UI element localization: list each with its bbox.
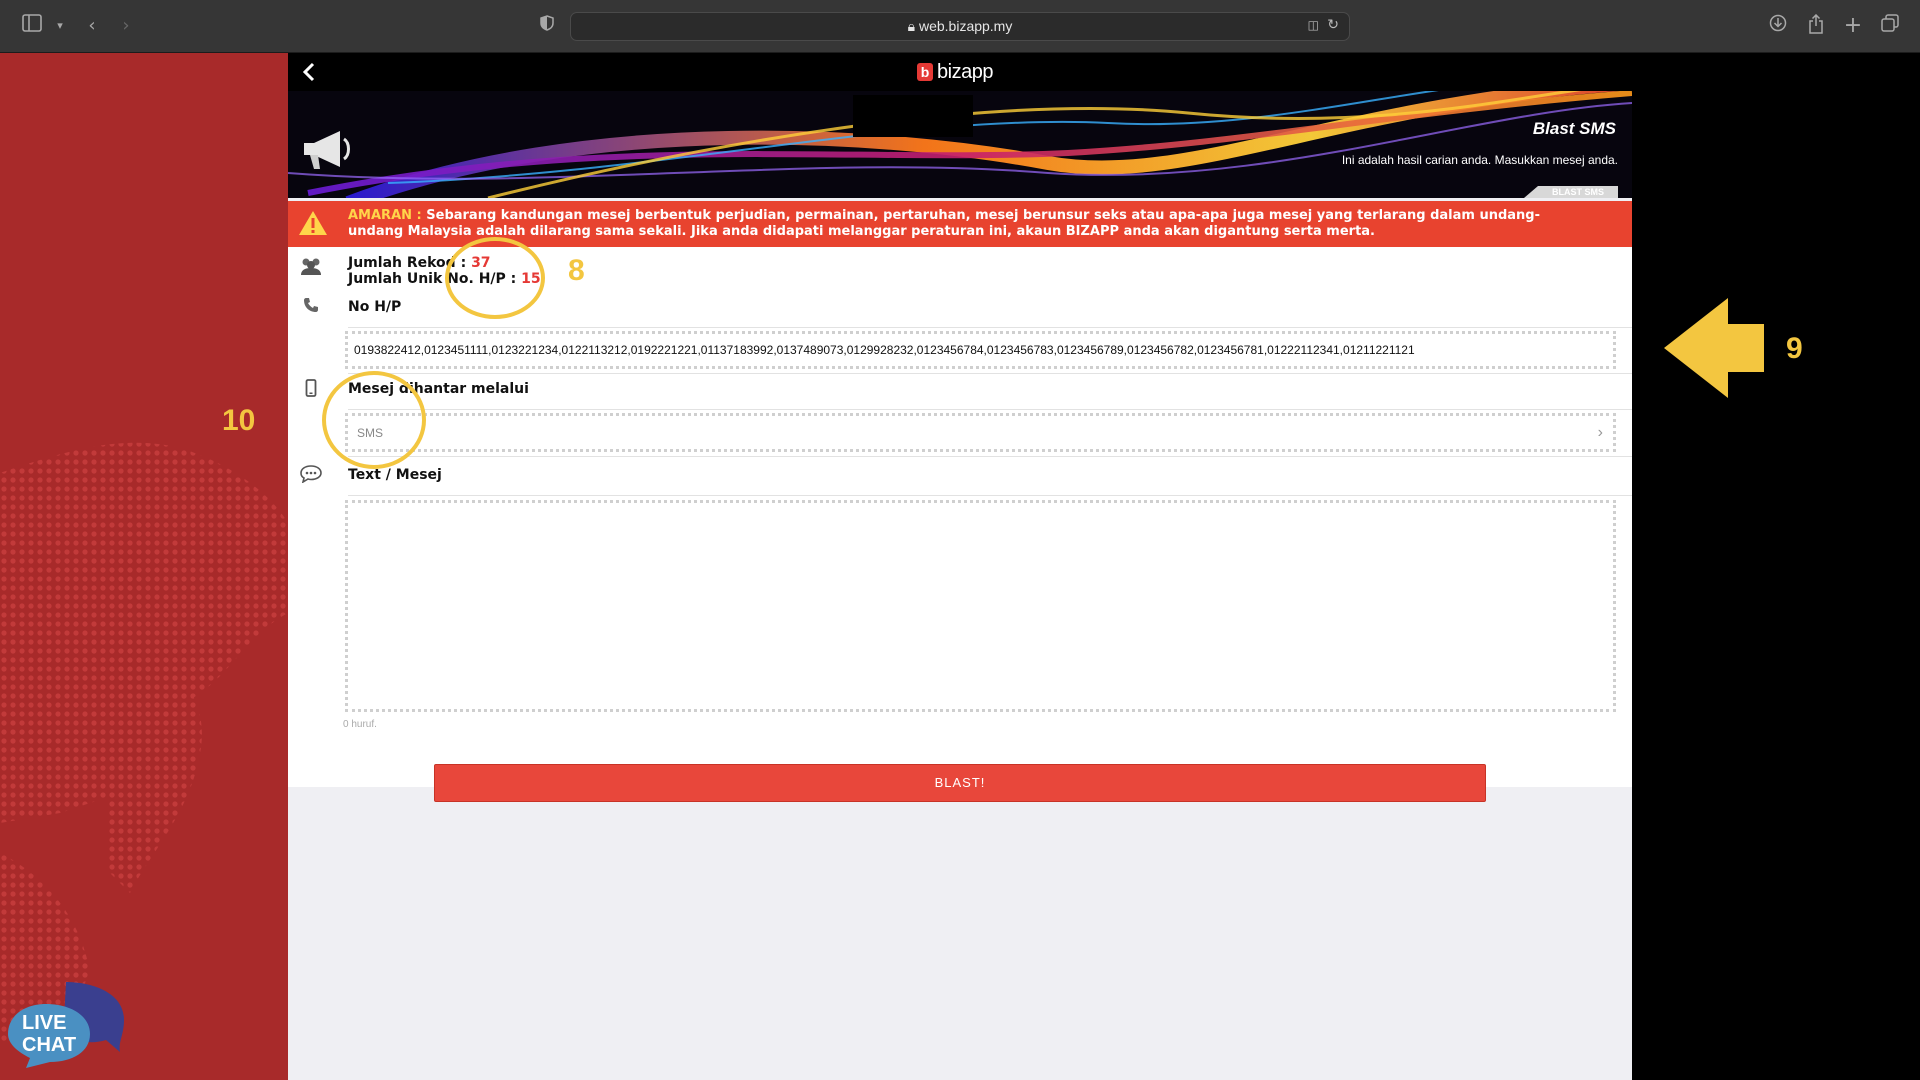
url-text: web.bizapp.my	[918, 18, 1013, 34]
lock-icon: 🔒︎	[907, 18, 919, 34]
section-tag: BLAST SMS	[1523, 186, 1618, 198]
phone-icon	[298, 297, 324, 319]
warning-icon	[299, 211, 327, 235]
divider	[348, 495, 1632, 496]
page-subtitle: Ini adalah hasil carian anda. Masukkan m…	[1341, 153, 1618, 167]
annotation-label-8: 8	[568, 254, 585, 287]
header-banner: b bizapp Blast SMS Ini adalah hasil cari…	[288, 53, 1632, 198]
page-title: Blast SMS	[1532, 119, 1616, 138]
warning-text: Sebarang kandungan mesej berbentuk perju…	[348, 208, 1540, 239]
logo-mark: b	[917, 63, 933, 81]
annotation-arrow-icon	[1664, 298, 1764, 398]
divider	[348, 327, 1632, 328]
phone-numbers-value: 0193822412,0123451111,0123221234,0122113…	[354, 343, 1415, 357]
character-counter: 0 huruf.	[343, 719, 377, 730]
warning-label: AMARAN :	[348, 208, 422, 223]
live-chat-line1: LIVE	[22, 1012, 67, 1034]
app-main: b bizapp Blast SMS Ini adalah hasil cari…	[288, 53, 1632, 1080]
shield-icon[interactable]	[535, 14, 559, 38]
phone-label: No H/P	[348, 299, 402, 315]
message-textarea[interactable]	[345, 500, 1616, 712]
channel-select[interactable]: SMS ›	[345, 413, 1616, 452]
annotation-circle-10	[322, 371, 426, 469]
live-chat-label: LIVE CHAT	[22, 1012, 76, 1056]
redacted-block	[853, 95, 973, 137]
download-icon[interactable]	[1766, 14, 1790, 38]
logo-text: bizapp	[937, 60, 993, 83]
phone-numbers-input[interactable]: 0193822412,0123451111,0123221234,0122113…	[345, 331, 1616, 369]
divider	[348, 456, 1632, 457]
users-icon	[298, 257, 324, 279]
browser-toolbar: ▾ ‹ › 🔒︎ web.bizapp.my ◫ ↻ +	[0, 0, 1920, 53]
forward-icon[interactable]: ›	[114, 14, 138, 38]
annotation-label-9: 9	[1786, 332, 1803, 365]
sidebar-toggle-icon[interactable]	[20, 14, 44, 38]
live-chat-line2: CHAT	[22, 1034, 77, 1056]
divider	[348, 409, 1632, 410]
bizapp-logo: b bizapp	[917, 61, 993, 83]
blast-button[interactable]: BLAST!	[434, 764, 1486, 802]
annotation-label-10: 10	[222, 404, 256, 437]
address-bar[interactable]: 🔒︎ web.bizapp.my ◫ ↻	[570, 12, 1350, 41]
translate-icon[interactable]: ◫	[1308, 18, 1319, 32]
tabs-overview-icon[interactable]	[1878, 14, 1902, 38]
megaphone-icon	[300, 123, 356, 175]
reload-icon[interactable]: ↻	[1327, 17, 1339, 33]
share-icon[interactable]	[1804, 13, 1828, 38]
new-tab-icon[interactable]: +	[1841, 14, 1865, 38]
left-background-panel	[0, 53, 288, 1080]
world-map-dots	[0, 442, 288, 1043]
chevron-right-icon: ›	[1597, 424, 1603, 441]
chevron-down-icon[interactable]: ▾	[48, 14, 72, 38]
live-chat-widget[interactable]: LIVE CHAT	[6, 980, 126, 1070]
back-button[interactable]	[302, 61, 326, 85]
blast-form: Jumlah Rekod : 37 Jumlah Unik No. H/P : …	[288, 247, 1632, 787]
divider	[348, 373, 1632, 374]
message-label: Text / Mesej	[348, 467, 442, 483]
chat-bubble-icon	[298, 465, 324, 487]
right-background-panel	[1632, 53, 1920, 1080]
mobile-icon	[298, 379, 324, 401]
back-icon[interactable]: ‹	[80, 14, 104, 38]
annotation-circle-8	[445, 237, 545, 319]
